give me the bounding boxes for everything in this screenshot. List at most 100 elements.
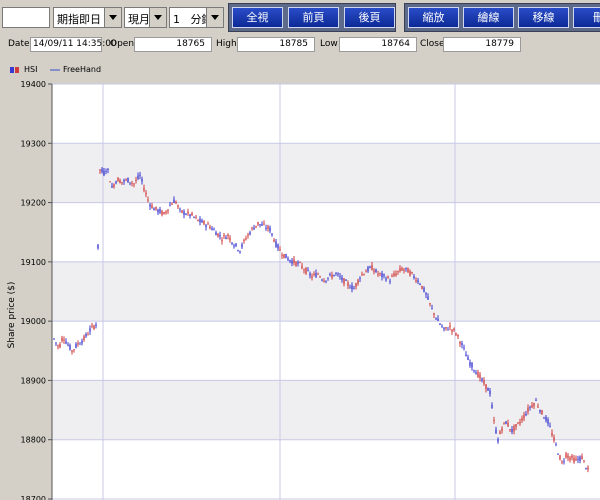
candle-body <box>567 455 569 458</box>
y-tick-label: 19300 <box>21 139 46 148</box>
candle-body <box>435 318 437 320</box>
candle-body <box>421 285 423 289</box>
candle-body <box>559 455 561 460</box>
close-label: Close <box>420 39 445 49</box>
product-select[interactable]: 期指即日 <box>53 7 122 28</box>
candle-body <box>263 223 265 225</box>
candle-body <box>225 237 227 240</box>
candle-body <box>93 325 95 329</box>
candle-body <box>211 228 213 230</box>
low-value: 18764 <box>339 37 417 52</box>
move-line-button[interactable]: 移線 <box>518 7 569 28</box>
interval-value: 1 <box>173 13 180 26</box>
candle-body <box>511 429 513 433</box>
zoom-button[interactable]: 縮放 <box>408 7 459 28</box>
interval-select[interactable]: 1 分鐘 <box>169 7 224 28</box>
candle-body <box>587 467 589 470</box>
view-all-button[interactable]: 全視 <box>232 7 283 28</box>
candle-body <box>339 276 341 278</box>
candle-body <box>425 293 427 295</box>
candle-body <box>235 243 237 246</box>
next-page-button[interactable]: 後頁 <box>344 7 395 28</box>
candle-body <box>553 437 555 441</box>
candle-body <box>177 205 179 207</box>
open-value: 18765 <box>134 37 212 52</box>
candle-body <box>361 274 363 276</box>
candle-body <box>153 208 155 211</box>
candle-body <box>307 269 309 271</box>
background-band <box>52 143 600 203</box>
background-band <box>52 261 600 322</box>
delete-line-button[interactable]: 刪 <box>573 7 600 28</box>
candle-body <box>335 272 337 274</box>
candle-body <box>341 277 343 281</box>
draw-line-button[interactable]: 繪線 <box>463 7 514 28</box>
candle-body <box>549 425 551 427</box>
price-chart[interactable]: 19400 19300 19200 19100 19000 18900 18800 18700 <box>0 80 600 500</box>
candle-body <box>447 329 449 331</box>
candle-body <box>579 456 581 461</box>
candle-body <box>73 349 75 351</box>
candle-body <box>223 235 225 237</box>
candle-body <box>77 343 79 345</box>
legend-freehand-label: FreeHand <box>63 65 102 74</box>
line-legend-icon <box>50 69 60 71</box>
candle-body <box>259 224 261 226</box>
month-select[interactable]: 現月 <box>124 7 167 28</box>
candle-body <box>391 276 393 278</box>
previous-page-button[interactable]: 前頁 <box>288 7 339 28</box>
candle-body <box>397 270 399 272</box>
candle-body <box>419 284 421 286</box>
candle-body <box>217 233 219 237</box>
candle-body <box>305 268 307 274</box>
candle-body <box>367 267 369 272</box>
chevron-down-icon[interactable] <box>149 8 166 27</box>
chevron-down-icon[interactable] <box>104 8 121 27</box>
candle-body <box>543 417 545 419</box>
candle-body <box>293 259 295 264</box>
candle-body <box>205 225 207 227</box>
y-tick-label: 18800 <box>21 436 46 445</box>
candle-body <box>63 339 65 341</box>
symbol-input[interactable] <box>2 7 50 28</box>
candle-body <box>221 240 223 242</box>
candle-body <box>149 204 151 207</box>
candle-body <box>249 232 251 235</box>
candle-body <box>213 229 215 231</box>
low-label: Low <box>320 39 338 49</box>
candle-body <box>551 432 553 436</box>
candle-body <box>507 422 509 427</box>
high-label: High <box>216 39 237 49</box>
candle-body <box>495 429 497 434</box>
candle-body <box>301 265 303 269</box>
candle-body <box>155 206 157 210</box>
candle-body <box>519 421 521 424</box>
candle-body <box>505 421 507 424</box>
candle-body <box>377 273 379 275</box>
y-tick-label: 19100 <box>21 258 46 267</box>
candle-body <box>241 244 243 248</box>
candle-body <box>527 407 529 412</box>
candle-body <box>453 328 455 330</box>
candle-body <box>245 238 247 240</box>
candle-body <box>497 439 499 442</box>
candle-body <box>89 328 91 332</box>
candle-body <box>97 244 99 249</box>
candle-body <box>415 279 417 282</box>
candle-body <box>237 250 239 252</box>
chevron-down-icon[interactable] <box>206 8 223 27</box>
candle-body <box>429 303 431 305</box>
candle-body <box>65 341 67 344</box>
candle-body <box>191 212 193 215</box>
candle-body <box>239 251 241 253</box>
candle-body <box>147 199 149 201</box>
candle-body <box>53 338 55 340</box>
candle-body <box>489 390 491 395</box>
candle-body <box>255 225 257 227</box>
candle-body <box>375 269 377 273</box>
candle-body <box>357 279 359 284</box>
candle-body <box>387 276 389 279</box>
candle-body <box>417 280 419 283</box>
candle-body <box>585 468 587 470</box>
close-value: 18779 <box>443 37 521 52</box>
